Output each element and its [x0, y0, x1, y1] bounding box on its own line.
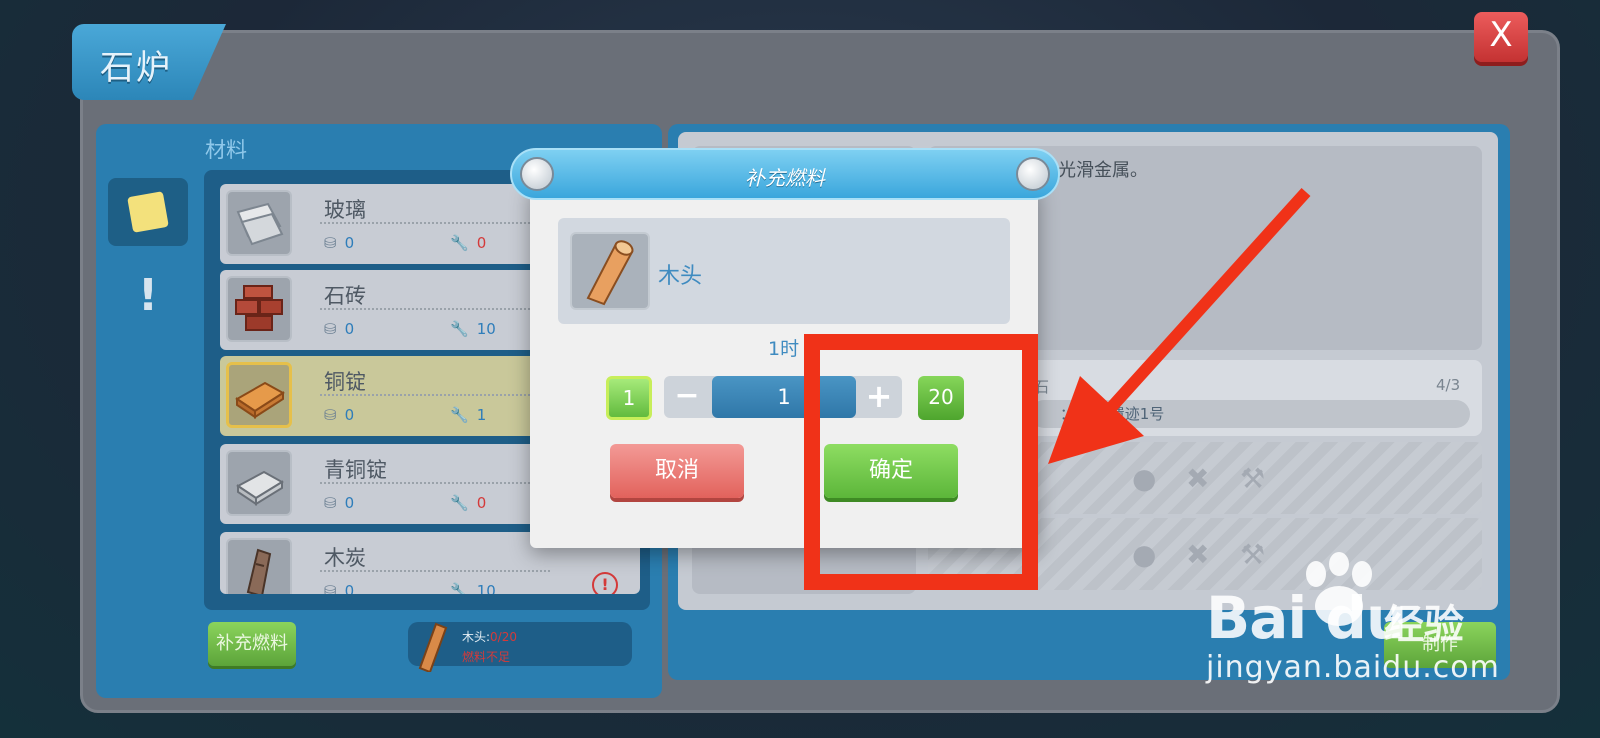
- requirement-count: 4/3: [1436, 376, 1461, 394]
- tool-count: 🔧 10: [450, 582, 496, 594]
- stock-count: ⛁ 0: [324, 320, 355, 338]
- divider: [320, 308, 550, 310]
- stock-count: ⛁ 0: [324, 582, 355, 594]
- tool-count: 🔧 0: [450, 234, 487, 252]
- tool-count: 🔧 10: [450, 320, 496, 338]
- item-name: 木炭: [324, 546, 366, 570]
- item-name: 玻璃: [324, 198, 366, 222]
- dialog-header: 补充燃料: [510, 148, 1060, 200]
- tool-count: 🔧 1: [450, 406, 487, 424]
- burn-time: 1时: [768, 338, 800, 360]
- materials-label: 材料: [205, 138, 247, 162]
- watermark-brand: Bai du: [1206, 584, 1407, 652]
- divider: [320, 222, 550, 224]
- warning-icon: !: [592, 572, 618, 594]
- stock-count: ⛁ 0: [324, 406, 355, 424]
- divider: [320, 570, 550, 572]
- close-button[interactable]: X: [1474, 12, 1528, 62]
- fuel-amount: 木头:0/20: [462, 630, 517, 644]
- glass-icon: [226, 190, 292, 256]
- brick-icon: [226, 276, 292, 342]
- stock-count: ⛁ 0: [324, 494, 355, 512]
- divider: [320, 482, 550, 484]
- exclamation-icon[interactable]: !: [138, 270, 158, 321]
- min-quantity-button[interactable]: 1: [606, 376, 652, 420]
- item-name: 铜锭: [324, 370, 366, 394]
- fuel-name: 木头: [658, 264, 703, 289]
- item-name: 青铜锭: [324, 458, 387, 482]
- highlight-box: [804, 334, 1038, 590]
- wood-log-icon: [570, 232, 650, 310]
- copper-ingot-icon: [226, 362, 292, 428]
- item-name: 石砖: [324, 284, 366, 308]
- hammer-icon: ⚒: [1240, 538, 1266, 571]
- apple-icon: ●: [1132, 538, 1157, 571]
- charcoal-icon: [226, 538, 292, 594]
- cancel-button[interactable]: 取消: [610, 444, 744, 498]
- wood-log-icon: [412, 620, 450, 674]
- tool-count: 🔧 0: [450, 494, 487, 512]
- note-icon: [127, 191, 169, 233]
- divider: [320, 394, 550, 396]
- cross-icon: ✖: [1186, 538, 1210, 571]
- dialog-title: 补充燃料: [745, 166, 825, 190]
- decrease-button[interactable]: −: [670, 380, 704, 414]
- stock-count: ⛁ 0: [324, 234, 355, 252]
- fuel-item-card: 木头: [558, 218, 1010, 324]
- fuel-warning: 燃料不足: [462, 650, 511, 664]
- bronze-ingot-icon: [226, 450, 292, 516]
- refuel-button[interactable]: 补充燃料: [208, 622, 296, 666]
- window-title: 石炉: [100, 48, 172, 88]
- watermark-brand-cn: 经验: [1384, 602, 1464, 648]
- pointer-arrow-icon: [1048, 187, 1311, 464]
- watermark-url: jingyan.baidu.com: [1206, 650, 1500, 685]
